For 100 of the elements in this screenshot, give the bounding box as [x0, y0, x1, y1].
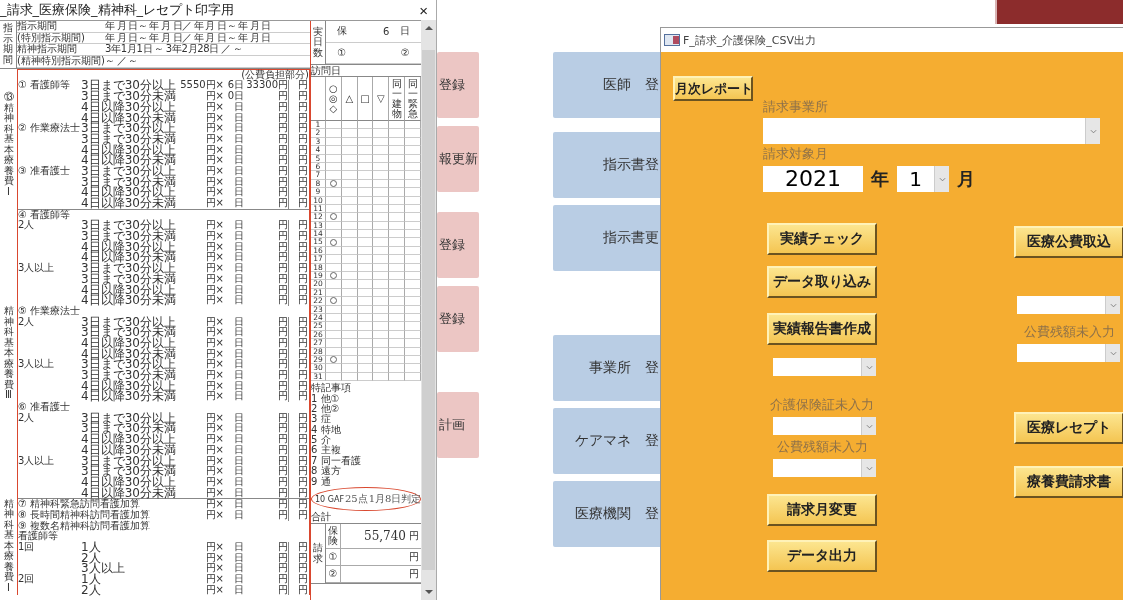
- unit-price: 円×: [204, 552, 224, 564]
- item-label: 4日以降30分以上: [80, 434, 177, 445]
- amount: 円: [277, 187, 288, 198]
- unit-price: 円×: [204, 466, 224, 477]
- item-label: 3日まで30分未満: [80, 231, 177, 242]
- action-button[interactable]: 医療レセプト: [1014, 412, 1123, 444]
- unit-label: 円: [409, 550, 419, 564]
- unit-label: 月: [957, 167, 975, 191]
- unit-price: 円×: [204, 198, 224, 209]
- action-button[interactable]: 請求月変更: [767, 494, 877, 526]
- dropdown-field[interactable]: [773, 417, 876, 435]
- public-amount: 円: [288, 80, 309, 92]
- amount: 円: [277, 563, 288, 574]
- field-label: 公費残額未入力: [1022, 323, 1116, 341]
- dropdown-field[interactable]: [773, 459, 876, 477]
- form-icon: [664, 34, 680, 46]
- amount: 円: [277, 198, 288, 209]
- day-count: 日: [233, 112, 244, 123]
- item-label: 3日まで30分未満: [80, 91, 177, 102]
- menu-button[interactable]: 報更新: [437, 126, 479, 192]
- note-text: 5 介: [311, 435, 331, 446]
- public-amount: 円: [288, 91, 309, 102]
- menu-button[interactable]: 登録: [437, 286, 479, 352]
- action-button[interactable]: 実績チェック: [767, 223, 877, 255]
- month-dropdown[interactable]: 1: [897, 166, 949, 192]
- menu-button[interactable]: 指示書登: [553, 132, 661, 198]
- menu-button[interactable]: 事業所 登: [553, 335, 661, 401]
- scroll-thumb[interactable]: [422, 50, 435, 570]
- public-amount: 円: [288, 487, 309, 499]
- item-label: 4日以降30分以上: [80, 380, 177, 392]
- item-label: 2人: [80, 584, 102, 596]
- note-text: 9 通: [311, 476, 331, 487]
- action-button[interactable]: 医療公費取込: [1014, 226, 1123, 258]
- row-header: ⑨ 複数名精神科訪問看護加算: [18, 520, 152, 532]
- item-label: 3日まで30分未満: [80, 370, 177, 381]
- public-amount: 円: [288, 509, 309, 521]
- row-label: 2人: [18, 220, 35, 232]
- scroll-down-icon[interactable]: [424, 590, 433, 594]
- amount: 円: [277, 391, 288, 403]
- row-label: ① 看護師等: [18, 80, 72, 92]
- period-label: (特別指示期間): [17, 32, 86, 44]
- day-count: 日: [233, 370, 244, 381]
- section-label: 精神科基本療養費Ⅲ: [3, 306, 14, 401]
- day-count: 日: [233, 220, 244, 231]
- amount: 円: [277, 176, 288, 187]
- public-amount: 円: [288, 391, 309, 403]
- menu-button[interactable]: 登録: [437, 52, 479, 118]
- scrollbar[interactable]: [421, 20, 436, 600]
- close-button[interactable]: ×: [413, 1, 434, 19]
- amount: 55,740: [364, 529, 406, 543]
- year-field[interactable]: 2021: [763, 166, 863, 192]
- public-amount: 円: [288, 273, 309, 285]
- public-amount: 円: [288, 241, 309, 253]
- period-label: (精神特別指示期間): [17, 56, 105, 67]
- action-button[interactable]: 実績報告書作成: [767, 313, 877, 345]
- unit-label: 年: [871, 167, 889, 191]
- menu-button[interactable]: 医師 登: [553, 52, 661, 118]
- public-amount: 円: [288, 252, 309, 264]
- unit-price: 円×: [204, 123, 224, 134]
- scroll-up-icon[interactable]: [424, 26, 433, 30]
- unit-price: 円×: [204, 295, 224, 306]
- unit-price: 円×: [204, 133, 224, 144]
- dropdown-field[interactable]: [773, 358, 876, 376]
- unit-label: 円: [409, 529, 419, 543]
- report-button[interactable]: 月次レポート: [673, 76, 753, 101]
- action-button[interactable]: 療養費請求書: [1014, 466, 1123, 498]
- unit-price: 円×: [204, 187, 224, 198]
- unit-price: 円×: [204, 380, 224, 392]
- day-count: 日: [233, 231, 244, 242]
- dropdown-field[interactable]: [1017, 344, 1120, 362]
- score-text: 25点: [345, 492, 368, 506]
- menu-button[interactable]: 計画: [437, 392, 479, 458]
- public-amount: 円: [288, 284, 309, 296]
- amount: 円: [277, 337, 288, 348]
- item-label: 2人: [80, 552, 101, 564]
- unit-price: 円×: [204, 220, 224, 231]
- dropdown-field[interactable]: [763, 118, 1100, 144]
- day-count: 日: [233, 552, 244, 563]
- amount: 円: [277, 316, 288, 327]
- menu-button[interactable]: 指示書更: [553, 205, 661, 271]
- action-button[interactable]: データ出力: [767, 540, 877, 572]
- item-label: 4日以降30分未満: [80, 348, 177, 360]
- day-count: 日: [233, 284, 244, 295]
- section-label: 精神科基本療養費Ⅰ: [3, 498, 14, 594]
- menu-button[interactable]: 登録: [437, 212, 479, 278]
- chevron-down-icon: [865, 423, 873, 429]
- public-amount: 円: [288, 542, 309, 553]
- amount: 円: [277, 542, 288, 552]
- menu-button[interactable]: 医療機関 登: [553, 481, 661, 547]
- item-label: 3日まで30分未満: [80, 176, 177, 188]
- item-label: 3日まで30分以上: [80, 455, 177, 467]
- public-amount: 円: [288, 476, 309, 488]
- action-button[interactable]: データ取り込み: [767, 266, 877, 298]
- day-count: 日: [233, 263, 244, 274]
- public-amount: 円: [288, 412, 309, 424]
- period-label: 指示期間: [17, 21, 58, 32]
- public-amount: 円: [288, 348, 309, 360]
- dropdown-field[interactable]: [1017, 296, 1120, 314]
- menu-button[interactable]: ケアマネ 登: [553, 408, 661, 474]
- public-amount: 円: [288, 101, 309, 113]
